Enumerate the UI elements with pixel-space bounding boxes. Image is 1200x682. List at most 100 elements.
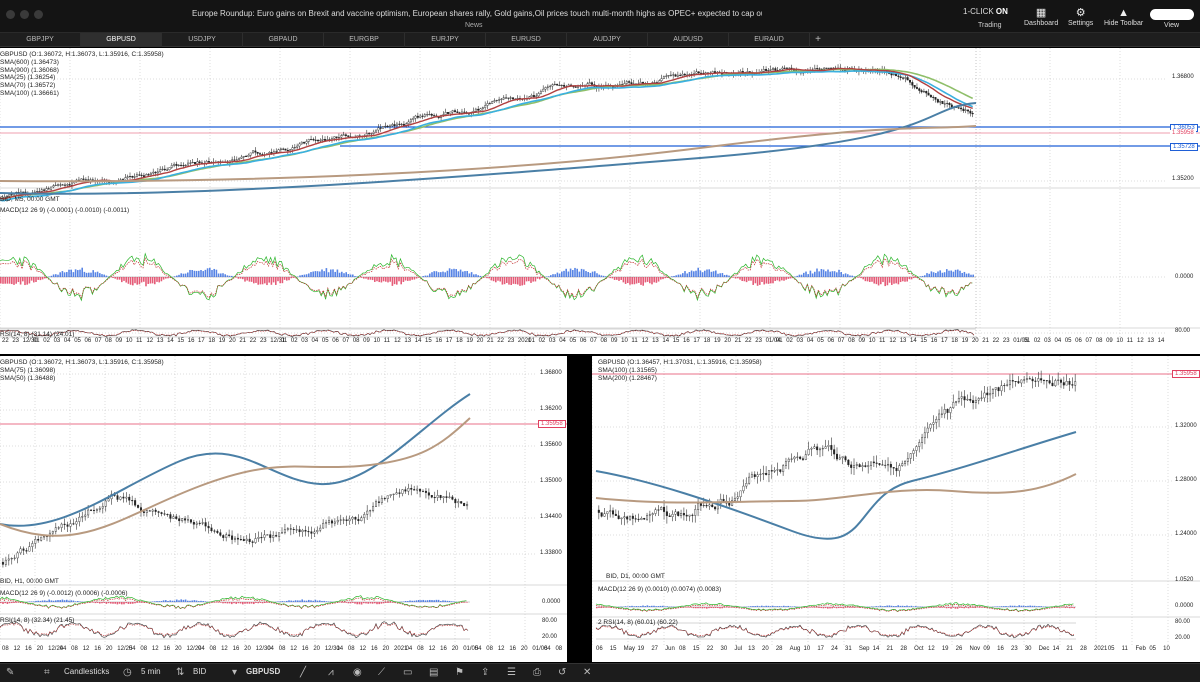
top-chart-panel[interactable]: GBPUSD (O:1.36072, H:1.36073, L:1.35916,…	[0, 48, 1200, 354]
one-click-toggle[interactable]: 1-CLICK ON	[963, 7, 1008, 16]
indicator-icon[interactable]: ⩘	[328, 667, 334, 678]
left-candle-body	[72, 523, 75, 525]
left-chart-panel[interactable]: GBPUSD (O:1.36072, H:1.36073, L:1.35916,…	[0, 356, 567, 662]
trading-label[interactable]: Trading	[978, 22, 1001, 29]
top-macd-histogram-bar	[92, 270, 94, 277]
left-macd-histogram-bar	[125, 602, 127, 604]
symbol-chevron-icon[interactable]: ▾	[232, 667, 237, 678]
tab-gbpjpy[interactable]: GBPJPY	[0, 33, 81, 47]
top-chart-svg[interactable]	[0, 48, 1200, 354]
pencil-icon[interactable]: ✎	[6, 667, 14, 678]
x-tick-label: Feb	[1135, 646, 1146, 652]
left-macd-histogram-bar	[46, 600, 48, 602]
top-macd-histogram-bar	[341, 271, 343, 277]
right-macd-histogram-bar	[954, 607, 957, 609]
top-macd-histogram-bar	[919, 276, 922, 277]
top-candle-body	[235, 159, 238, 161]
timeframe-select[interactable]: 5 min	[141, 667, 161, 676]
top-candle-body	[128, 176, 131, 178]
eye-icon[interactable]: ◉	[353, 667, 362, 678]
top-macd-histogram-bar	[514, 277, 517, 285]
tab-eurusd[interactable]: EURUSD	[486, 33, 567, 47]
x-tick-label: 22	[992, 338, 1000, 344]
close-icon[interactable]: ✕	[583, 667, 591, 678]
left-candle-body	[442, 496, 445, 499]
x-tick-label: 27	[651, 646, 659, 652]
close-window-icon[interactable]	[6, 10, 15, 19]
tab-gbpusd[interactable]: GBPUSD	[81, 33, 162, 47]
top-macd-histogram-bar	[57, 274, 59, 277]
left-candle-body	[225, 534, 228, 538]
alert-icon[interactable]: ⚑	[455, 667, 464, 678]
left-chart-svg[interactable]	[0, 356, 567, 662]
chart-type-select[interactable]: Candlesticks	[64, 667, 109, 676]
top-macd-histogram-bar	[811, 273, 814, 277]
right-chart-svg[interactable]	[592, 356, 1200, 662]
right-candle-body	[634, 518, 637, 520]
left-candle-body	[207, 525, 210, 529]
print-icon[interactable]: ⎙	[533, 667, 541, 678]
settings-button[interactable]: ⚙ Settings	[1068, 6, 1093, 27]
tab-usdjpy[interactable]: USDJPY	[162, 33, 243, 47]
right-macd-histogram-bar	[697, 607, 699, 609]
left-macd-histogram-bar	[176, 599, 178, 602]
top-macd-histogram-bar	[149, 277, 152, 284]
left-candle-body	[107, 498, 110, 502]
right-candle-body	[949, 407, 952, 413]
zoom-window-icon[interactable]	[34, 10, 43, 19]
top-macd-histogram-bar	[717, 273, 719, 277]
right-macd-histogram-bar	[1014, 605, 1016, 607]
trend-icon[interactable]: ⟋	[378, 667, 385, 678]
news-label[interactable]: News	[465, 22, 483, 29]
tab-eurjpy[interactable]: EURJPY	[405, 33, 486, 47]
template-icon[interactable]: ▤	[429, 667, 438, 678]
clock-icon[interactable]: ◷	[123, 667, 132, 678]
right-macd-histogram-bar	[756, 605, 759, 607]
symbol-select[interactable]: GBPUSD	[246, 667, 280, 676]
view-label[interactable]: View	[1164, 22, 1179, 29]
draw-line-icon[interactable]: ╱	[300, 667, 306, 678]
right-macd-histogram-bar	[1036, 606, 1038, 607]
top-macd-histogram-bar	[783, 277, 785, 281]
tab-eurgbp[interactable]: EURGBP	[324, 33, 405, 47]
price-type-icon[interactable]: ⇅	[176, 667, 184, 678]
top-candle-body	[84, 179, 87, 181]
right-macd-histogram-bar	[1018, 605, 1020, 607]
more-icon[interactable]: ☰	[507, 667, 516, 678]
right-candle-body	[606, 511, 609, 514]
top-macd-histogram-bar	[833, 271, 836, 277]
view-toggle-pill[interactable]	[1150, 9, 1194, 20]
top-macd-histogram-bar	[737, 277, 739, 279]
dashboard-button[interactable]: ▦ Dashboard	[1024, 6, 1058, 27]
top-macd-histogram-bar	[842, 274, 845, 277]
right-chart-panel[interactable]: GBPUSD (O:1.36457, H:1.37031, L:1.35916,…	[592, 356, 1200, 662]
top-candle-body	[590, 82, 593, 85]
top-macd-histogram-bar	[77, 270, 79, 277]
left-candle-body	[13, 557, 16, 559]
price-type-select[interactable]: BID	[193, 667, 206, 676]
add-tab-button[interactable]: +	[810, 33, 826, 47]
top-candle-body	[477, 108, 480, 111]
top-macd-histogram-bar	[767, 277, 770, 284]
right-macd-histogram-bar	[648, 606, 651, 607]
hide-toolbar-button[interactable]: ▲ Hide Toolbar	[1104, 6, 1143, 27]
left-candle-body	[272, 535, 275, 538]
x-tick-label: 22	[2, 338, 9, 344]
top-candle-body	[163, 168, 166, 171]
minimize-window-icon[interactable]	[20, 10, 29, 19]
layout-icon[interactable]: ▭	[403, 667, 412, 678]
tab-audusd[interactable]: AUDUSD	[648, 33, 729, 47]
tab-euraud[interactable]: EURAUD	[729, 33, 810, 47]
history-icon[interactable]: ↺	[558, 667, 566, 678]
crop-icon[interactable]: ⌗	[44, 667, 50, 678]
x-tick-label: 28	[1080, 646, 1087, 652]
tab-gbpaud[interactable]: GBPAUD	[243, 33, 324, 47]
top-candle-body	[370, 133, 373, 135]
tab-audjpy[interactable]: AUDJPY	[567, 33, 648, 47]
share-icon[interactable]: ⇪	[481, 667, 489, 678]
top-macd-histogram-bar	[765, 277, 768, 284]
top-macd-histogram-bar	[429, 273, 431, 277]
news-ticker[interactable]: Europe Roundup: Euro gains on Brexit and…	[192, 9, 762, 18]
top-macd-histogram-bar	[365, 277, 367, 279]
x-tick-label: 05	[1064, 338, 1072, 344]
